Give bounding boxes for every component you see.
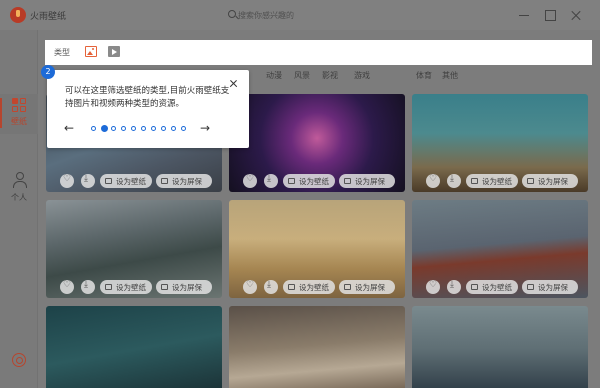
arrow-left-icon[interactable]: ← bbox=[64, 122, 76, 134]
sidebar-item-personal[interactable]: 个人 bbox=[0, 170, 38, 210]
set-screensaver-button[interactable]: 设为屏保 bbox=[522, 174, 578, 188]
search-icon bbox=[228, 10, 236, 18]
wallpaper-card[interactable]: 设为壁纸 设为屏保 bbox=[412, 94, 588, 192]
set-screensaver-button[interactable]: 设为屏保 bbox=[339, 174, 395, 188]
close-icon[interactable] bbox=[229, 79, 238, 88]
set-screensaver-button[interactable]: 设为屏保 bbox=[522, 280, 578, 294]
card-actions: 设为壁纸 设为屏保 bbox=[46, 276, 222, 298]
set-wallpaper-button[interactable]: 设为壁纸 bbox=[466, 280, 518, 294]
card-actions: 设为壁纸 设为屏保 bbox=[46, 170, 222, 192]
heart-icon[interactable] bbox=[426, 280, 440, 294]
settings-icon[interactable] bbox=[12, 353, 26, 367]
step-dot[interactable] bbox=[161, 126, 166, 131]
tooltip-text: 可以在这里筛选壁纸的类型,目前火雨壁纸支持图片和视频两种类型的资源。 bbox=[65, 86, 230, 109]
wallpaper-card[interactable]: 设为壁纸 设为屏保 bbox=[229, 200, 405, 298]
wallpaper-card[interactable] bbox=[46, 306, 222, 388]
set-wallpaper-button[interactable]: 设为壁纸 bbox=[100, 174, 152, 188]
step-dot[interactable] bbox=[171, 126, 176, 131]
arrow-right-icon[interactable]: → bbox=[200, 122, 212, 134]
category-other[interactable]: 其他 bbox=[442, 70, 458, 81]
set-wallpaper-button[interactable]: 设为壁纸 bbox=[283, 174, 335, 188]
download-icon[interactable] bbox=[447, 174, 461, 188]
set-wallpaper-button[interactable]: 设为壁纸 bbox=[100, 280, 152, 294]
heart-icon[interactable] bbox=[426, 174, 440, 188]
step-dot[interactable] bbox=[151, 126, 156, 131]
set-screensaver-button[interactable]: 设为屏保 bbox=[339, 280, 395, 294]
title-bar: 火雨壁纸 bbox=[0, 0, 600, 30]
card-actions: 设为壁纸 设为屏保 bbox=[229, 170, 405, 192]
card-actions: 设为壁纸 设为屏保 bbox=[412, 170, 588, 192]
maximize-icon[interactable] bbox=[544, 9, 556, 21]
image-type-icon[interactable] bbox=[85, 46, 97, 57]
close-icon[interactable] bbox=[570, 9, 582, 21]
person-icon bbox=[13, 172, 27, 188]
category-game[interactable]: 游戏 bbox=[354, 70, 370, 81]
category-film[interactable]: 影视 bbox=[322, 70, 338, 81]
sidebar-item-label: 壁纸 bbox=[11, 117, 27, 126]
download-icon[interactable] bbox=[81, 280, 95, 294]
download-icon[interactable] bbox=[264, 280, 278, 294]
heart-icon[interactable] bbox=[60, 280, 74, 294]
wallpaper-card[interactable]: 设为壁纸 设为屏保 bbox=[46, 200, 222, 298]
download-icon[interactable] bbox=[81, 174, 95, 188]
set-wallpaper-button[interactable]: 设为壁纸 bbox=[283, 280, 335, 294]
sidebar-item-label: 个人 bbox=[11, 193, 27, 202]
set-screensaver-button[interactable]: 设为屏保 bbox=[156, 280, 212, 294]
step-dot[interactable] bbox=[121, 126, 126, 131]
card-actions: 设为壁纸 设为屏保 bbox=[412, 276, 588, 298]
step-dot[interactable] bbox=[181, 126, 186, 131]
download-icon[interactable] bbox=[264, 174, 278, 188]
wallpaper-card[interactable]: 设为壁纸 设为屏保 bbox=[412, 200, 588, 298]
wallpaper-card[interactable] bbox=[412, 306, 588, 388]
minimize-icon[interactable] bbox=[518, 9, 530, 21]
download-icon[interactable] bbox=[447, 280, 461, 294]
step-dot[interactable] bbox=[101, 125, 108, 132]
card-actions: 设为壁纸 设为屏保 bbox=[229, 276, 405, 298]
search-input[interactable] bbox=[238, 8, 338, 22]
category-anime[interactable]: 动漫 bbox=[266, 70, 282, 81]
type-label: 类型 bbox=[54, 48, 70, 57]
category-scenery[interactable]: 风景 bbox=[294, 70, 310, 81]
step-badge: 2 bbox=[41, 65, 55, 79]
sidebar-item-wallpaper[interactable]: 壁纸 bbox=[0, 94, 38, 134]
sidebar: 壁纸 个人 bbox=[0, 30, 38, 388]
wallpaper-card[interactable] bbox=[229, 306, 405, 388]
type-filter-bar: 类型 bbox=[45, 40, 592, 65]
heart-icon[interactable] bbox=[60, 174, 74, 188]
search-box[interactable] bbox=[222, 7, 338, 23]
video-type-icon[interactable] bbox=[108, 46, 120, 57]
step-dot[interactable] bbox=[91, 126, 96, 131]
app-logo-icon bbox=[10, 7, 26, 23]
app-title: 火雨壁纸 bbox=[30, 12, 67, 22]
guide-tooltip: 可以在这里筛选壁纸的类型,目前火雨壁纸支持图片和视频两种类型的资源。 ← → bbox=[47, 70, 249, 148]
grid-icon bbox=[12, 98, 26, 112]
step-dot[interactable] bbox=[141, 126, 146, 131]
set-screensaver-button[interactable]: 设为屏保 bbox=[156, 174, 212, 188]
wallpaper-card[interactable]: 设为壁纸 设为屏保 bbox=[229, 94, 405, 192]
heart-icon[interactable] bbox=[243, 174, 257, 188]
step-dot[interactable] bbox=[111, 126, 116, 131]
heart-icon[interactable] bbox=[243, 280, 257, 294]
step-dot[interactable] bbox=[131, 126, 136, 131]
set-wallpaper-button[interactable]: 设为壁纸 bbox=[466, 174, 518, 188]
category-sports[interactable]: 体育 bbox=[416, 70, 432, 81]
